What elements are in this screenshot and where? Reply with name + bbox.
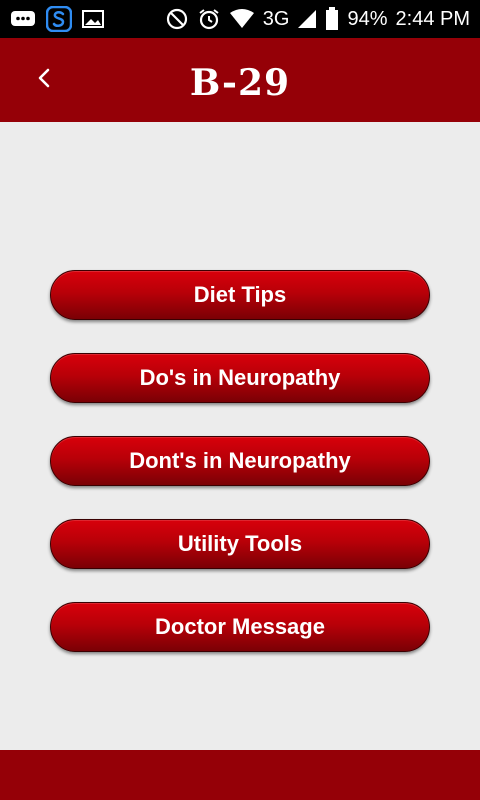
main-menu: Diet Tips Do's in Neuropathy Dont's in N…	[50, 270, 430, 685]
utility-tools-button[interactable]: Utility Tools	[50, 519, 430, 569]
s-app-icon	[46, 6, 72, 32]
doctor-message-button[interactable]: Doctor Message	[50, 602, 430, 652]
signal-icon	[297, 9, 317, 29]
wifi-icon	[229, 8, 255, 30]
donts-in-neuropathy-button[interactable]: Dont's in Neuropathy	[50, 436, 430, 486]
footer-bar	[0, 750, 480, 800]
chat-icon	[10, 9, 36, 29]
status-bar: 3G 94% 2:44 PM	[0, 0, 480, 38]
system-status: 3G 94% 2:44 PM	[165, 7, 470, 31]
app-bar: B-29	[0, 38, 480, 122]
image-icon	[82, 9, 104, 29]
battery-icon	[325, 7, 339, 31]
do-not-disturb-icon	[165, 7, 189, 31]
notification-icons	[10, 6, 104, 32]
battery-level: 94%	[347, 7, 388, 30]
dos-in-neuropathy-button[interactable]: Do's in Neuropathy	[50, 353, 430, 403]
clock: 2:44 PM	[395, 7, 470, 30]
network-type: 3G	[262, 7, 290, 30]
alarm-icon	[197, 7, 221, 31]
app-title: B-29	[189, 62, 291, 104]
diet-tips-button[interactable]: Diet Tips	[50, 270, 430, 320]
